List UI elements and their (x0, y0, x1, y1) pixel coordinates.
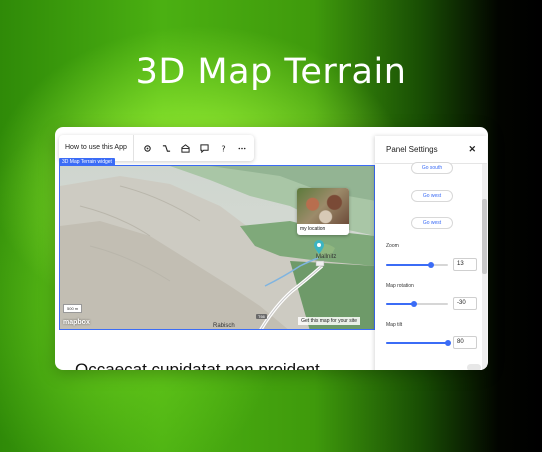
zoom-label: Zoom (386, 243, 399, 249)
rotation-input[interactable]: -30 (453, 297, 477, 310)
go-west-button-2[interactable]: Go west (411, 217, 453, 229)
location-photo (297, 188, 349, 224)
tilt-slider[interactable] (386, 340, 451, 346)
svg-text:?: ? (221, 144, 225, 153)
widget-selection-tag[interactable]: 3D Map Terrain widget (59, 158, 115, 166)
mapbox-logo: mapbox (63, 319, 90, 326)
panel-scrollbar[interactable] (482, 164, 487, 370)
comment-icon[interactable] (199, 143, 210, 154)
close-icon[interactable]: ✕ (468, 144, 476, 155)
get-map-link[interactable]: Get this map for your site (298, 317, 360, 325)
tilt-label: Map tilt (386, 322, 403, 328)
town-label-lower: Rabisch (213, 323, 235, 329)
help-icon[interactable]: ? (218, 143, 229, 154)
location-marker-icon[interactable] (313, 239, 325, 255)
panel-title: Panel Settings (386, 145, 438, 154)
zoom-input[interactable]: 13 (453, 258, 477, 271)
town-label: Mallnitz (316, 254, 337, 260)
location-photo-card[interactable]: my location (297, 188, 349, 235)
go-west-button[interactable]: Go west (411, 190, 453, 202)
panel-settings: Panel Settings ✕ Go south Go west Go wes… (375, 136, 487, 370)
tilt-input[interactable]: 80 (453, 336, 477, 349)
panel-header: Panel Settings ✕ (375, 136, 487, 164)
setting-toggle[interactable] (467, 363, 481, 370)
road-shield: T66 (256, 314, 267, 319)
zoom-slider[interactable] (386, 262, 448, 268)
gear-icon[interactable] (142, 143, 153, 154)
connect-icon[interactable] (161, 143, 172, 154)
more-icon[interactable] (237, 143, 248, 154)
hero-title: 3D Map Terrain (135, 52, 407, 92)
map-scale: 500 m (63, 304, 83, 313)
go-south-button[interactable]: Go south (411, 162, 453, 174)
photo-caption: my location (300, 226, 326, 232)
rotation-slider[interactable] (386, 301, 448, 307)
app-preview-card: How to use this App ? 3D Map Terrain wid… (55, 127, 488, 370)
next-setting-row (386, 362, 481, 370)
content-heading: Occaecat cupidatat non proident (75, 360, 320, 370)
terrain-map[interactable]: my location Mallnitz Rabisch T66 500 m m… (59, 165, 375, 330)
upgrade-icon[interactable] (180, 143, 191, 154)
rotation-label: Map rotation (386, 283, 414, 289)
